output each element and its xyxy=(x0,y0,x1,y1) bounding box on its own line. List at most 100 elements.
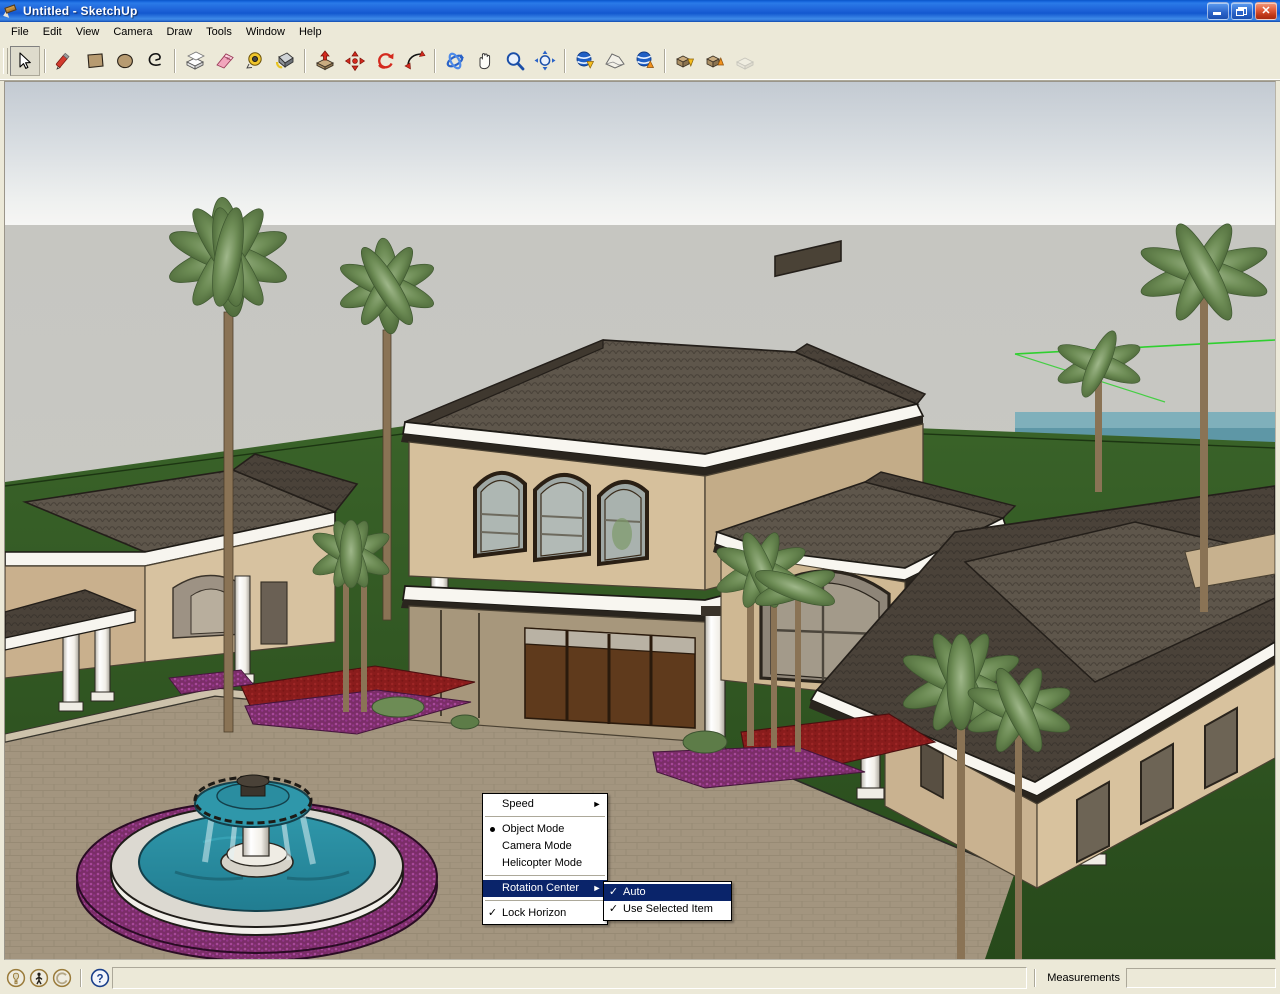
ctx-label: Use Selected Item xyxy=(623,903,713,915)
status-divider xyxy=(80,969,82,987)
magnifier-icon xyxy=(506,52,525,71)
ctx-label: Rotation Center xyxy=(502,882,580,894)
restore-button[interactable] xyxy=(1231,2,1253,20)
measurements-label: Measurements xyxy=(1047,972,1120,984)
camera-context-menu[interactable]: Speed ► Object Mode Camera Mode Helicopt… xyxy=(482,793,608,925)
toolbar-separator-6 xyxy=(664,49,666,73)
menu-edit[interactable]: Edit xyxy=(36,23,69,41)
tip-of-day-icon[interactable] xyxy=(6,968,26,988)
tape-measure-tool[interactable] xyxy=(240,46,270,76)
globe-upload-icon xyxy=(636,51,655,68)
eraser-tool[interactable]: Er xyxy=(210,46,240,76)
pencil-icon xyxy=(55,52,70,70)
svg-text:?: ? xyxy=(96,973,103,985)
close-button[interactable]: ✕ xyxy=(1255,2,1277,20)
ctx-item-object-mode[interactable]: Object Mode xyxy=(483,821,607,838)
measurements-input[interactable] xyxy=(1126,968,1276,988)
toolbar-separator-1 xyxy=(44,49,46,73)
menu-window[interactable]: Window xyxy=(239,23,292,41)
check-icon: ✓ xyxy=(487,907,498,919)
paint-bucket-tool[interactable] xyxy=(270,46,300,76)
orbit-tool[interactable] xyxy=(440,46,470,76)
svg-text:Er: Er xyxy=(227,56,232,61)
ctx-item-lock-horizon[interactable]: ✓ Lock Horizon xyxy=(483,905,607,922)
circle-icon xyxy=(117,53,133,69)
line-tool[interactable] xyxy=(50,46,80,76)
models-upload-icon xyxy=(706,55,725,68)
status-icon-group: ? xyxy=(0,968,110,988)
minimize-button[interactable] xyxy=(1207,2,1229,20)
menu-camera[interactable]: Camera xyxy=(106,23,159,41)
sky xyxy=(5,82,1275,225)
share-component-tool[interactable] xyxy=(730,46,760,76)
select-tool[interactable] xyxy=(10,46,40,76)
toolbar-grip[interactable] xyxy=(3,48,8,74)
zoom-extents-tool[interactable] xyxy=(530,46,560,76)
ctx-label: Helicopter Mode xyxy=(502,857,583,869)
place-model-tool[interactable] xyxy=(630,46,660,76)
help-icon[interactable]: ? xyxy=(90,968,110,988)
radio-dot-icon xyxy=(483,821,502,838)
human-figure-icon[interactable] xyxy=(29,968,49,988)
ctx-label: Auto xyxy=(623,886,646,898)
ctx-separator-2 xyxy=(485,875,605,877)
push-pull-icon xyxy=(315,50,335,71)
shrub xyxy=(682,730,728,754)
toolbar-separator-4 xyxy=(434,49,436,73)
ctx-label: Object Mode xyxy=(502,823,565,835)
menu-tools[interactable]: Tools xyxy=(199,23,239,41)
ctx-subitem-auto[interactable]: ✓ Auto xyxy=(604,884,731,901)
chevron-right-icon: ► xyxy=(592,799,602,809)
ctx-separator-1 xyxy=(485,816,605,818)
push-pull-tool[interactable] xyxy=(310,46,340,76)
model-viewport[interactable]: Speed ► Object Mode Camera Mode Helicopt… xyxy=(4,81,1276,960)
ctx-item-helicopter-mode[interactable]: Helicopter Mode xyxy=(483,855,607,872)
menu-view[interactable]: View xyxy=(69,23,107,41)
circle-tool[interactable] xyxy=(110,46,140,76)
get-models-tool[interactable] xyxy=(670,46,700,76)
arched-windows xyxy=(473,470,649,567)
arc-tool[interactable] xyxy=(140,46,170,76)
rectangle-icon xyxy=(87,53,104,69)
arrow-cursor-icon xyxy=(19,52,31,69)
scene-3d xyxy=(5,82,1275,959)
ctx-label: Lock Horizon xyxy=(502,907,567,919)
models-download-icon xyxy=(676,55,695,68)
sketchup-pencil-icon xyxy=(1,3,19,20)
ctx-label: Camera Mode xyxy=(502,840,572,852)
ctx-separator-3 xyxy=(485,900,605,902)
toggle-terrain-tool[interactable] xyxy=(600,46,630,76)
ctx-subitem-use-selected-item[interactable]: ✓ Use Selected Item xyxy=(604,901,731,918)
menu-help[interactable]: Help xyxy=(292,23,329,41)
make-component-tool[interactable] xyxy=(180,46,210,76)
ctx-item-rotation-center[interactable]: Rotation Center ► xyxy=(483,880,607,897)
arc-icon xyxy=(148,52,161,66)
eraser-icon: Er xyxy=(216,53,234,69)
ctx-item-speed[interactable]: Speed ► xyxy=(483,796,607,813)
rectangle-tool[interactable] xyxy=(80,46,110,76)
menu-draw[interactable]: Draw xyxy=(159,23,199,41)
chevron-right-icon: ► xyxy=(592,883,602,893)
globe-download-icon xyxy=(576,51,595,69)
menu-file[interactable]: File xyxy=(4,23,36,41)
scale-tool[interactable] xyxy=(400,46,430,76)
rotate-tool[interactable] xyxy=(370,46,400,76)
menu-bar: File Edit View Camera Draw Tools Window … xyxy=(0,22,1280,42)
zoom-tool[interactable] xyxy=(500,46,530,76)
tape-measure-icon xyxy=(246,52,262,69)
sketchup-window: Untitled - SketchUp ✕ File Edit View Cam… xyxy=(0,0,1280,994)
pan-tool[interactable] xyxy=(470,46,500,76)
share-component-icon xyxy=(735,57,755,70)
share-model-tool[interactable] xyxy=(700,46,730,76)
measurements-divider xyxy=(1034,969,1037,987)
get-current-view-tool[interactable] xyxy=(570,46,600,76)
hand-icon xyxy=(479,53,491,70)
ctx-label: Speed xyxy=(502,798,534,810)
title-bar: Untitled - SketchUp ✕ xyxy=(0,0,1280,22)
move-tool[interactable] xyxy=(340,46,370,76)
terrain-icon xyxy=(605,53,625,69)
rotate-status-icon[interactable] xyxy=(52,968,72,988)
ctx-item-camera-mode[interactable]: Camera Mode xyxy=(483,838,607,855)
rotation-center-submenu[interactable]: ✓ Auto ✓ Use Selected Item xyxy=(603,881,732,921)
window-title: Untitled - SketchUp xyxy=(23,4,138,18)
